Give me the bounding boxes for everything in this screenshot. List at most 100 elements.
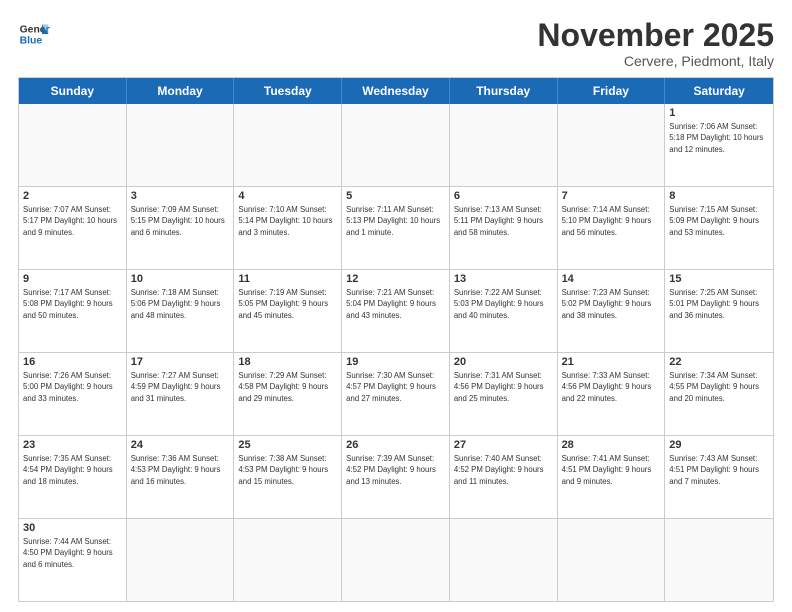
calendar-row-4: 23Sunrise: 7:35 AM Sunset: 4:54 PM Dayli… (19, 436, 773, 519)
cell-day-14: 14Sunrise: 7:23 AM Sunset: 5:02 PM Dayli… (558, 270, 666, 352)
cell-day-17: 17 Sunrise: 7:27 AM Sunset: 4:59 PM Dayli… (127, 353, 235, 435)
cell-day-19: 19 Sunrise: 7:30 AM Sunset: 4:57 PM Dayli… (342, 353, 450, 435)
month-title: November 2025 (537, 18, 774, 53)
sun-info: Sunrise: 7:39 AM Sunset: 4:52 PM Dayligh… (346, 453, 445, 487)
title-section: November 2025 Cervere, Piedmont, Italy (537, 18, 774, 69)
sun-info: Sunrise: 7:31 AM Sunset: 4:56 PM Dayligh… (454, 370, 553, 404)
day-number: 30 (23, 522, 122, 534)
sun-info: Sunrise: 7:44 AM Sunset: 4:50 PM Dayligh… (23, 536, 122, 570)
sun-info: Sunrise: 7:30 AM Sunset: 4:57 PM Dayligh… (346, 370, 445, 404)
day-number: 9 (23, 273, 122, 285)
day-number: 2 (23, 190, 122, 202)
sun-info: Sunrise: 7:26 AM Sunset: 5:00 PM Dayligh… (23, 370, 122, 404)
cell-day-12: 12 Sunrise: 7:21 AM Sunset: 5:04 PM Dayli… (342, 270, 450, 352)
logo: General Blue (18, 18, 50, 50)
day-name-wednesday: Wednesday (342, 78, 450, 104)
sun-info: Sunrise: 7:35 AM Sunset: 4:54 PM Dayligh… (23, 453, 122, 487)
cell-day-9: 9 Sunrise: 7:17 AM Sunset: 5:08 PM Daylig… (19, 270, 127, 352)
sun-info: Sunrise: 7:25 AM Sunset: 5:01 PM Dayligh… (669, 287, 769, 321)
cell-day-24: 24 Sunrise: 7:36 AM Sunset: 4:53 PM Dayli… (127, 436, 235, 518)
day-number: 14 (562, 273, 661, 285)
sun-info: Sunrise: 7:14 AM Sunset: 5:10 PM Dayligh… (562, 204, 661, 238)
day-number: 12 (346, 273, 445, 285)
cell-empty (127, 519, 235, 601)
day-name-friday: Friday (558, 78, 666, 104)
day-number: 11 (238, 273, 337, 285)
day-name-tuesday: Tuesday (234, 78, 342, 104)
day-number: 24 (131, 439, 230, 451)
sun-info: Sunrise: 7:10 AM Sunset: 5:14 PM Dayligh… (238, 204, 337, 238)
cell-empty (342, 519, 450, 601)
cell-empty (127, 104, 235, 186)
day-number: 5 (346, 190, 445, 202)
sun-info: Sunrise: 7:15 AM Sunset: 5:09 PM Dayligh… (669, 204, 769, 238)
cell-day-16: 16 Sunrise: 7:26 AM Sunset: 5:00 PM Dayli… (19, 353, 127, 435)
day-name-saturday: Saturday (665, 78, 773, 104)
sun-info: Sunrise: 7:13 AM Sunset: 5:11 PM Dayligh… (454, 204, 553, 238)
day-number: 25 (238, 439, 337, 451)
day-number: 18 (238, 356, 337, 368)
sun-info: Sunrise: 7:34 AM Sunset: 4:55 PM Dayligh… (669, 370, 769, 404)
cell-day-26: 26Sunrise: 7:39 AM Sunset: 4:52 PM Dayli… (342, 436, 450, 518)
sun-info: Sunrise: 7:33 AM Sunset: 4:56 PM Dayligh… (562, 370, 661, 404)
day-number: 1 (669, 107, 769, 119)
day-number: 28 (562, 439, 661, 451)
cell-day-5: 5 Sunrise: 7:11 AM Sunset: 5:13 PM Daylig… (342, 187, 450, 269)
day-number: 3 (131, 190, 230, 202)
cell-day-2: 2 Sunrise: 7:07 AM Sunset: 5:17 PM Daylig… (19, 187, 127, 269)
cell-day-23: 23Sunrise: 7:35 AM Sunset: 4:54 PM Dayli… (19, 436, 127, 518)
sun-info: Sunrise: 7:38 AM Sunset: 4:53 PM Dayligh… (238, 453, 337, 487)
calendar-row-1: 2 Sunrise: 7:07 AM Sunset: 5:17 PM Daylig… (19, 187, 773, 270)
day-number: 6 (454, 190, 553, 202)
cell-empty (450, 519, 558, 601)
sun-info: Sunrise: 7:09 AM Sunset: 5:15 PM Dayligh… (131, 204, 230, 238)
cell-empty (342, 104, 450, 186)
cell-day-11: 11 Sunrise: 7:19 AM Sunset: 5:05 PM Dayli… (234, 270, 342, 352)
cell-day-13: 13Sunrise: 7:22 AM Sunset: 5:03 PM Dayli… (450, 270, 558, 352)
day-number: 16 (23, 356, 122, 368)
cell-day-21: 21 Sunrise: 7:33 AM Sunset: 4:56 PM Dayli… (558, 353, 666, 435)
cell-empty (450, 104, 558, 186)
cell-day-15: 15Sunrise: 7:25 AM Sunset: 5:01 PM Dayli… (665, 270, 773, 352)
cell-day-25: 25 Sunrise: 7:38 AM Sunset: 4:53 PM Dayli… (234, 436, 342, 518)
sun-info: Sunrise: 7:43 AM Sunset: 4:51 PM Dayligh… (669, 453, 769, 487)
sun-info: Sunrise: 7:21 AM Sunset: 5:04 PM Dayligh… (346, 287, 445, 321)
day-number: 19 (346, 356, 445, 368)
cell-day-20: 20Sunrise: 7:31 AM Sunset: 4:56 PM Dayli… (450, 353, 558, 435)
sun-info: Sunrise: 7:41 AM Sunset: 4:51 PM Dayligh… (562, 453, 661, 487)
calendar-header: SundayMondayTuesdayWednesdayThursdayFrid… (19, 78, 773, 104)
day-number: 7 (562, 190, 661, 202)
sun-info: Sunrise: 7:18 AM Sunset: 5:06 PM Dayligh… (131, 287, 230, 321)
sun-info: Sunrise: 7:27 AM Sunset: 4:59 PM Dayligh… (131, 370, 230, 404)
day-number: 21 (562, 356, 661, 368)
cell-day-22: 22 Sunrise: 7:34 AM Sunset: 4:55 PM Dayli… (665, 353, 773, 435)
calendar: SundayMondayTuesdayWednesdayThursdayFrid… (18, 77, 774, 602)
cell-empty (234, 519, 342, 601)
day-number: 22 (669, 356, 769, 368)
day-name-sunday: Sunday (19, 78, 127, 104)
sun-info: Sunrise: 7:11 AM Sunset: 5:13 PM Dayligh… (346, 204, 445, 238)
cell-empty (19, 104, 127, 186)
cell-empty (558, 104, 666, 186)
cell-day-18: 18 Sunrise: 7:29 AM Sunset: 4:58 PM Dayli… (234, 353, 342, 435)
calendar-row-5: 30 Sunrise: 7:44 AM Sunset: 4:50 PM Dayli… (19, 519, 773, 601)
sun-info: Sunrise: 7:07 AM Sunset: 5:17 PM Dayligh… (23, 204, 122, 238)
day-number: 8 (669, 190, 769, 202)
sun-info: Sunrise: 7:17 AM Sunset: 5:08 PM Dayligh… (23, 287, 122, 321)
cell-empty (558, 519, 666, 601)
sun-info: Sunrise: 7:29 AM Sunset: 4:58 PM Dayligh… (238, 370, 337, 404)
cell-day-1: 1 Sunrise: 7:06 AM Sunset: 5:18 PM Daylig… (665, 104, 773, 186)
sun-info: Sunrise: 7:19 AM Sunset: 5:05 PM Dayligh… (238, 287, 337, 321)
cell-day-3: 3 Sunrise: 7:09 AM Sunset: 5:15 PM Daylig… (127, 187, 235, 269)
header: General Blue November 2025 Cervere, Pied… (18, 18, 774, 69)
sun-info: Sunrise: 7:06 AM Sunset: 5:18 PM Dayligh… (669, 121, 769, 155)
day-number: 17 (131, 356, 230, 368)
cell-empty (234, 104, 342, 186)
day-number: 10 (131, 273, 230, 285)
cell-day-10: 10 Sunrise: 7:18 AM Sunset: 5:06 PM Dayli… (127, 270, 235, 352)
day-number: 4 (238, 190, 337, 202)
day-name-thursday: Thursday (450, 78, 558, 104)
sun-info: Sunrise: 7:36 AM Sunset: 4:53 PM Dayligh… (131, 453, 230, 487)
calendar-row-2: 9 Sunrise: 7:17 AM Sunset: 5:08 PM Daylig… (19, 270, 773, 353)
sun-info: Sunrise: 7:22 AM Sunset: 5:03 PM Dayligh… (454, 287, 553, 321)
